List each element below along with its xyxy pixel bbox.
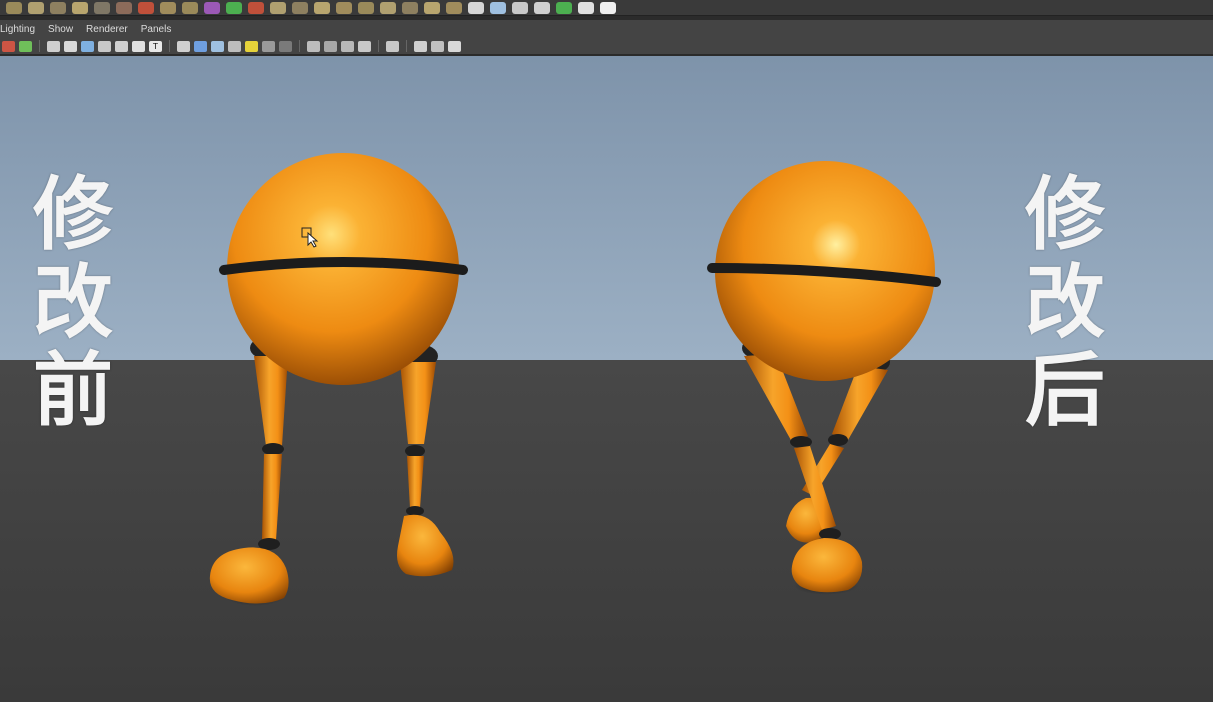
select-camera-icon[interactable] [19, 40, 32, 52]
wireframe-icon[interactable] [47, 40, 60, 52]
shelf-tool-24-icon[interactable] [512, 1, 528, 14]
shelf-select-icon[interactable] [226, 1, 242, 14]
shelf-tool-16-icon[interactable] [336, 1, 352, 14]
shelf-tool-27-icon[interactable] [578, 1, 594, 14]
shelf-tool-20-icon[interactable] [424, 1, 440, 14]
xray-icon[interactable] [324, 40, 337, 52]
shelf-tool-18-icon[interactable] [380, 1, 396, 14]
shelf-tool-17-icon[interactable] [358, 1, 374, 14]
frame-all-icon[interactable] [431, 40, 444, 52]
smooth-shade-icon[interactable] [194, 40, 207, 52]
shelf-tool-9-icon[interactable] [182, 1, 198, 14]
caption-before: 修改前 [33, 168, 113, 437]
shelf-tool-3-icon[interactable] [50, 1, 66, 14]
gate-mask-icon[interactable] [115, 40, 128, 52]
field-chart-icon[interactable] [132, 40, 145, 52]
film-gate-icon[interactable] [81, 40, 94, 52]
toolbar-separator [169, 40, 170, 52]
resolution-gate-icon[interactable] [98, 40, 111, 52]
shelf-tool-28-icon[interactable] [600, 1, 616, 14]
menu-show[interactable]: Show [48, 24, 73, 35]
camera-attributes-icon[interactable] [2, 40, 15, 52]
shelf-tool-8-icon[interactable] [160, 1, 176, 14]
shelf-tool-5-icon[interactable] [94, 1, 110, 14]
textured-icon[interactable] [228, 40, 241, 52]
select-tool-icon[interactable] [386, 40, 399, 52]
caption-after: 修改后 [1025, 168, 1105, 437]
shadows-icon[interactable] [262, 40, 275, 52]
shelf-tool-7-icon[interactable] [138, 1, 154, 14]
shelf-tool-2-icon[interactable] [28, 1, 44, 14]
shelf-tool-22-icon[interactable] [468, 1, 484, 14]
menu-panels[interactable]: Panels [141, 24, 172, 35]
toolbar-separator [299, 40, 300, 52]
xray-joints-icon[interactable] [341, 40, 354, 52]
wireframe-on-shaded-icon[interactable] [211, 40, 224, 52]
shelf-tool-25-icon[interactable] [534, 1, 550, 14]
menu-lighting[interactable]: Lighting [0, 24, 35, 35]
shelf-tool-15-icon[interactable] [314, 1, 330, 14]
shelf-tool-21-icon[interactable] [446, 1, 462, 14]
backface-culling-icon[interactable] [358, 40, 371, 52]
shelf-tool-23-icon[interactable] [490, 1, 506, 14]
shelf-tool-19-icon[interactable] [402, 1, 418, 14]
shelf-tool-13-icon[interactable] [270, 1, 286, 14]
shelf-tool-14-icon[interactable] [292, 1, 308, 14]
share-icon[interactable] [448, 40, 461, 52]
shelf-tool-12-icon[interactable] [248, 1, 264, 14]
isolate-select-icon[interactable] [307, 40, 320, 52]
view-cube-icon[interactable] [414, 40, 427, 52]
shelf-tool-6-icon[interactable] [116, 1, 132, 14]
shelf-toolbar [0, 0, 1213, 16]
grid-icon[interactable] [64, 40, 77, 52]
shelf-tool-1-icon[interactable] [6, 1, 22, 14]
viewport-3d[interactable]: 修改前 修改后 [0, 56, 1213, 702]
safe-title-icon[interactable]: T [149, 40, 162, 52]
toolbar-separator [378, 40, 379, 52]
shelf-tool-4-icon[interactable] [72, 1, 88, 14]
shelf-cube-icon[interactable] [204, 1, 220, 14]
panel-toolbar: T [0, 38, 1213, 55]
use-all-lights-icon[interactable] [245, 40, 258, 52]
menu-renderer[interactable]: Renderer [86, 24, 128, 35]
high-quality-icon[interactable] [279, 40, 292, 52]
shelf-tool-26-icon[interactable] [556, 1, 572, 14]
panel-menu-bar: Lighting Show Renderer Panels [0, 20, 1213, 38]
wireframe-shade-icon[interactable] [177, 40, 190, 52]
toolbar-separator [406, 40, 407, 52]
toolbar-separator [39, 40, 40, 52]
